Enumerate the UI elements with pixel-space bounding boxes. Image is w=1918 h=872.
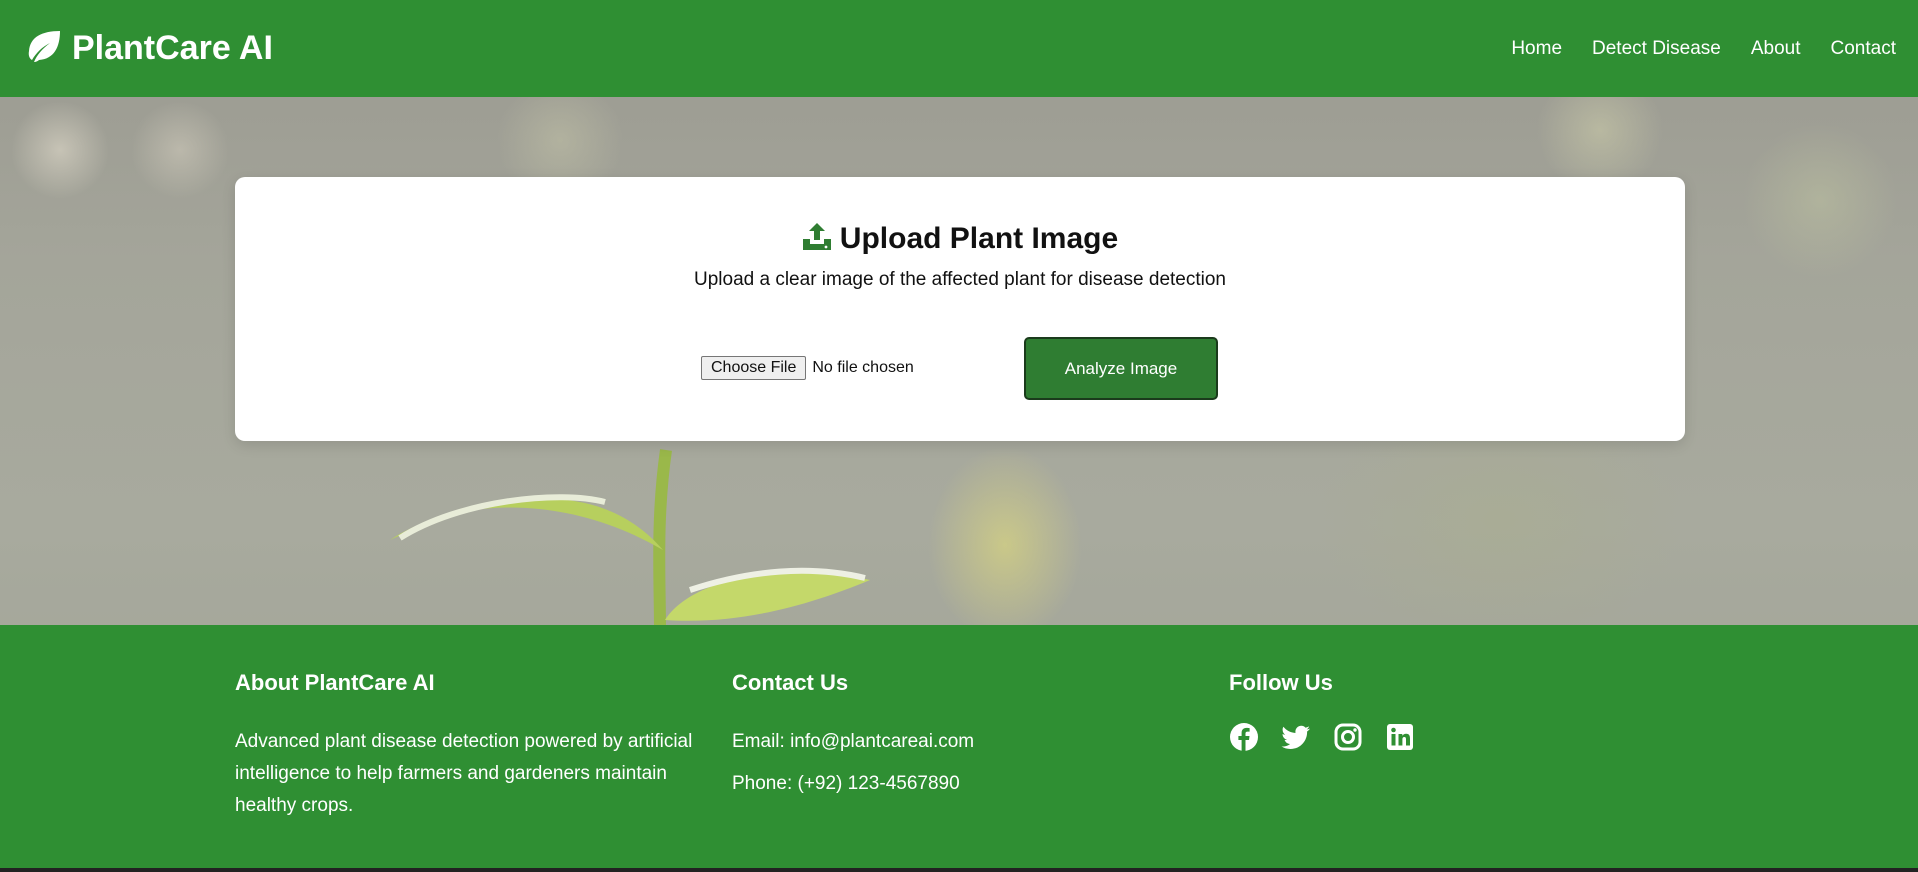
footer-about-text: Advanced plant disease detection powered… — [235, 731, 693, 816]
footer-about-heading: About PlantCare AI — [235, 670, 435, 695]
linkedin-icon[interactable] — [1385, 722, 1415, 752]
upload-icon — [802, 221, 832, 256]
instagram-icon[interactable] — [1333, 722, 1363, 752]
analyze-image-button[interactable]: Analyze Image — [1024, 337, 1218, 400]
upload-title: Upload Plant Image — [839, 221, 1119, 255]
leaf-icon — [24, 29, 62, 68]
upload-card: Upload Plant Image Upload a clear image … — [235, 177, 1685, 441]
footer-contact: Contact Us Email: info@plantcareai.com P… — [732, 670, 1152, 810]
footer-contact-heading: Contact Us — [732, 670, 849, 695]
social-links — [1229, 722, 1629, 752]
footer-about: About PlantCare AI Advanced plant diseas… — [235, 670, 695, 822]
footer-follow: Follow Us — [1229, 670, 1629, 752]
footer-follow-heading: Follow Us — [1229, 670, 1333, 695]
twitter-icon[interactable] — [1281, 722, 1311, 752]
file-status: No file chosen — [812, 359, 914, 376]
top-navbar: PlantCare AI Home Detect Disease About C… — [0, 0, 1918, 97]
brand-title: PlantCare AI — [72, 29, 273, 67]
choose-file-button[interactable]: Choose File — [701, 356, 807, 380]
file-input[interactable]: Choose File No file chosen — [701, 356, 914, 380]
nav-contact[interactable]: Contact — [1831, 38, 1896, 60]
upload-subtitle: Upload a clear image of the affected pla… — [694, 269, 1226, 290]
seedling-illustration — [390, 449, 870, 630]
facebook-icon[interactable] — [1229, 722, 1259, 752]
nav-detect-disease[interactable]: Detect Disease — [1592, 38, 1721, 60]
upload-title-row: Upload Plant Image — [235, 221, 1685, 256]
main-nav: Home Detect Disease About Contact — [1511, 38, 1896, 60]
footer-phone: Phone: (+92) 123-4567890 — [732, 773, 960, 794]
footer-email: Email: info@plantcareai.com — [732, 731, 975, 752]
brand[interactable]: PlantCare AI — [24, 29, 273, 68]
nav-home[interactable]: Home — [1511, 38, 1562, 60]
nav-about[interactable]: About — [1751, 38, 1801, 60]
footer: About PlantCare AI Advanced plant diseas… — [0, 625, 1918, 872]
